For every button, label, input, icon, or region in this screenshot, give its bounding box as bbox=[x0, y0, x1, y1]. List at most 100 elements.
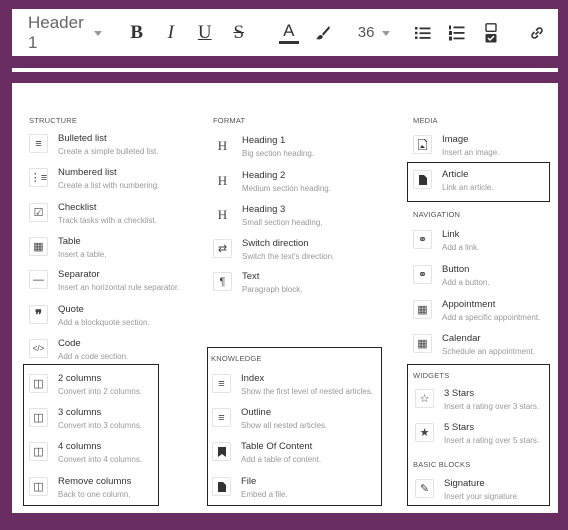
item-description: Schedule an appointment. bbox=[442, 347, 535, 356]
item-title: Outline bbox=[241, 407, 272, 418]
menu-item-remove-columns[interactable]: ◫ Remove columns Back to one column. bbox=[29, 476, 131, 501]
item-title: Appointment bbox=[442, 299, 496, 310]
heading-select[interactable]: Header 1 bbox=[12, 13, 112, 53]
item-title: File bbox=[241, 476, 257, 487]
bold-button[interactable]: B bbox=[120, 22, 154, 44]
item-description: Create a simple bulleted list. bbox=[58, 147, 159, 156]
item-description: Insert an image. bbox=[442, 148, 500, 157]
item-description: Show all nested articles. bbox=[241, 421, 328, 430]
menu-item-file[interactable]: File Embed a file. bbox=[212, 476, 288, 501]
menu-item-heading-2[interactable]: H Heading 2 Medium section heading. bbox=[213, 170, 331, 195]
menu-item-link[interactable]: ⚭ Link Add a link. bbox=[413, 229, 479, 254]
text-color-label: A bbox=[283, 20, 295, 40]
item-title: Quote bbox=[58, 304, 84, 315]
text-color-button[interactable]: A bbox=[272, 20, 306, 44]
numbered-list-button[interactable] bbox=[440, 25, 474, 41]
item-title: 2 columns bbox=[58, 373, 102, 384]
menu-item-4-columns[interactable]: ◫ 4 columns Convert into 4 columns. bbox=[29, 441, 142, 466]
menu-item-2-columns[interactable]: ◫ 2 columns Convert into 2 columns. bbox=[29, 373, 142, 398]
numbered-list-icon: ⋮≡ bbox=[29, 168, 48, 187]
section-title-format: FORMAT bbox=[213, 116, 246, 125]
calendar-icon: ▦ bbox=[413, 300, 432, 319]
menu-item-outline[interactable]: ≡ Outline Show all nested articles. bbox=[212, 407, 327, 432]
menu-item-button[interactable]: ⚭ Button Add a button. bbox=[413, 264, 490, 289]
section-title-navigation: NAVIGATION bbox=[413, 210, 461, 219]
menu-item-numbered-list[interactable]: ⋮≡ Numbered list Create a list with numb… bbox=[29, 167, 159, 192]
menu-item-separator[interactable]: — Separator Insert an horizontal rule se… bbox=[29, 269, 179, 294]
menu-item-article[interactable]: Article Link an article. bbox=[413, 169, 494, 194]
switch-direction-icon: ⇄ bbox=[213, 239, 232, 258]
item-description: Add a blockquote section. bbox=[58, 318, 150, 327]
item-title: Table Of Content bbox=[241, 441, 313, 452]
link-button[interactable] bbox=[520, 25, 554, 41]
item-description: Convert into 2 columns. bbox=[58, 387, 143, 396]
item-description: Insert a rating over 3 stars. bbox=[444, 402, 540, 411]
item-description: Track tasks with a checklist. bbox=[58, 216, 157, 225]
item-title: Text bbox=[242, 271, 260, 282]
menu-item-bulleted-list[interactable]: ≡ Bulleted list Create a simple bulleted… bbox=[29, 133, 159, 158]
item-description: Create a list with numbering. bbox=[58, 181, 160, 190]
menu-item-heading-3[interactable]: H Heading 3 Small section heading. bbox=[213, 204, 323, 229]
insert-block-menu: STRUCTURE ≡ Bulleted list Create a simpl… bbox=[12, 83, 558, 513]
columns-icon: ◫ bbox=[29, 374, 48, 393]
item-title: Heading 1 bbox=[242, 135, 286, 146]
item-description: Link an article. bbox=[442, 183, 494, 192]
columns-icon: ◫ bbox=[29, 408, 48, 427]
menu-item-signature[interactable]: ✎ Signature Insert your signature. bbox=[415, 478, 519, 503]
menu-item-5-stars[interactable]: ★ 5 Stars Insert a rating over 5 stars. bbox=[415, 422, 539, 447]
article-icon bbox=[413, 170, 432, 189]
menu-item-3-columns[interactable]: ◫ 3 columns Convert into 3 columns. bbox=[29, 407, 142, 432]
section-title-widgets: WIDGETS bbox=[413, 371, 450, 380]
menu-item-table-of-content[interactable]: Table Of Content Add a table of content. bbox=[212, 441, 321, 466]
toolbar-underline-bar bbox=[12, 68, 558, 72]
underline-button[interactable]: U bbox=[188, 22, 222, 44]
item-description: Add a link. bbox=[442, 243, 480, 252]
star-outline-icon: ☆ bbox=[415, 389, 434, 408]
star-filled-icon: ★ bbox=[415, 423, 434, 442]
item-description: Add a table of content. bbox=[241, 455, 322, 464]
italic-button[interactable]: I bbox=[154, 22, 188, 44]
bulleted-list-icon: ≡ bbox=[29, 134, 48, 153]
item-description: Switch the text's direction. bbox=[242, 252, 335, 261]
heading-icon: H bbox=[213, 205, 232, 224]
checklist-icon bbox=[485, 22, 498, 42]
item-description: Paragraph block. bbox=[242, 285, 303, 294]
item-title: 3 columns bbox=[58, 407, 102, 418]
text-color-swatch bbox=[278, 40, 299, 44]
columns-icon: ◫ bbox=[29, 477, 48, 496]
menu-item-calendar[interactable]: ▦ Calendar Schedule an appointment. bbox=[413, 333, 535, 358]
item-description: Add a button. bbox=[442, 278, 490, 287]
menu-item-index[interactable]: ≡ Index Show the first level of nested a… bbox=[212, 373, 373, 398]
item-description: Convert into 3 columns. bbox=[58, 421, 143, 430]
menu-item-switch-direction[interactable]: ⇄ Switch direction Switch the text's dir… bbox=[213, 238, 334, 263]
table-icon: ▦ bbox=[29, 237, 48, 256]
menu-item-3-stars[interactable]: ☆ 3 Stars Insert a rating over 3 stars. bbox=[415, 388, 539, 413]
checklist-button[interactable] bbox=[474, 22, 508, 43]
menu-item-image[interactable]: Image Insert an image. bbox=[413, 134, 499, 159]
item-description: Insert a table. bbox=[58, 250, 107, 259]
heading-select-value: Header 1 bbox=[28, 12, 84, 52]
item-description: Show the first level of nested articles. bbox=[241, 387, 374, 396]
item-title: 5 Stars bbox=[444, 422, 475, 433]
menu-item-heading-1[interactable]: H Heading 1 Big section heading. bbox=[213, 135, 314, 160]
menu-item-code[interactable]: </> Code Add a code section. bbox=[29, 338, 128, 363]
highlight-button[interactable] bbox=[306, 25, 340, 41]
menu-item-quote[interactable]: ❞ Quote Add a blockquote section. bbox=[29, 304, 150, 329]
menu-item-text[interactable]: ¶ Text Paragraph block. bbox=[213, 271, 302, 296]
section-title-knowledge: KNOWLEDGE bbox=[211, 354, 262, 363]
menu-item-checklist[interactable]: ☑ Checklist Track tasks with a checklist… bbox=[29, 202, 157, 227]
item-title: Switch direction bbox=[242, 238, 309, 249]
columns-icon: ◫ bbox=[29, 442, 48, 461]
chevron-down-icon bbox=[382, 31, 391, 36]
brush-icon bbox=[315, 25, 330, 39]
editor-toolbar: Header 1 B I U S A 36 bbox=[12, 9, 558, 56]
strikethrough-button[interactable]: S bbox=[222, 22, 256, 44]
item-title: Bulleted list bbox=[58, 133, 107, 144]
menu-item-appointment[interactable]: ▦ Appointment Add a specific appointment… bbox=[413, 299, 540, 324]
item-title: Calendar bbox=[442, 333, 481, 344]
font-size-select[interactable]: 36 bbox=[348, 24, 401, 41]
bulleted-list-button[interactable] bbox=[406, 26, 440, 40]
item-title: 4 columns bbox=[58, 441, 102, 452]
menu-item-table[interactable]: ▦ Table Insert a table. bbox=[29, 236, 106, 261]
item-title: Numbered list bbox=[58, 167, 117, 178]
